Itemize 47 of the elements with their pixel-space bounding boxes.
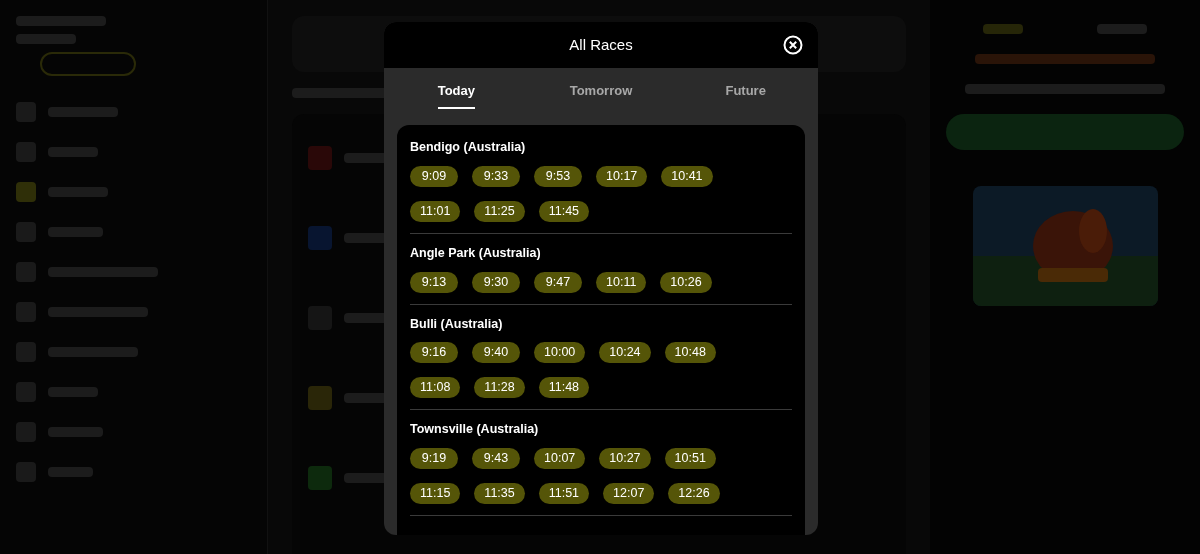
race-time-chip[interactable]: 9:09 — [410, 165, 458, 187]
race-time-chip[interactable]: 9:53 — [534, 165, 582, 187]
race-time-chip[interactable]: 10:11 — [596, 271, 647, 293]
race-time-chip[interactable]: 10:48 — [664, 342, 716, 364]
race-time-chip[interactable]: 9:43 — [472, 448, 520, 469]
blurred-icon — [308, 146, 332, 170]
race-time-chip[interactable]: 10:07 — [534, 448, 586, 469]
race-time-chip[interactable]: 9:30 — [472, 271, 520, 293]
race-time-chip[interactable]: 11:45 — [538, 200, 590, 222]
race-time-chip[interactable]: 9:33 — [472, 165, 520, 187]
race-time-chip[interactable]: 10:41 — [661, 165, 713, 187]
race-time-chip[interactable]: 11:48 — [538, 377, 590, 399]
race-time-chip[interactable]: 9:40 — [472, 342, 520, 364]
race-time-chip[interactable]: 11:35 — [474, 483, 525, 504]
race-time-chip[interactable]: 10:51 — [664, 448, 716, 469]
race-time-chip[interactable]: 9:47 — [534, 271, 582, 293]
meeting-name: Bulli (Australia) — [410, 315, 504, 333]
date-tab[interactable]: Tomorrow — [528, 68, 674, 125]
blurred-icon — [308, 226, 332, 250]
meeting-name: Bendigo (Australia) — [410, 139, 527, 156]
blurred-icon — [16, 182, 36, 202]
meeting-name: Townsville (Australia) — [410, 421, 540, 439]
race-time-chip[interactable]: 11:25 — [474, 200, 525, 222]
modal-title: All Races — [569, 34, 633, 55]
blurred-icon — [308, 466, 332, 490]
close-button[interactable] — [783, 35, 803, 55]
race-time-chip[interactable]: 12:07 — [603, 483, 655, 504]
race-time-chip[interactable]: 10:00 — [534, 342, 586, 364]
meeting-name: Angle Park (Australia) — [410, 244, 542, 262]
blurred-label — [983, 24, 1023, 34]
race-time-chip[interactable]: 11:15 — [410, 483, 461, 504]
race-time-chip[interactable]: 11:01 — [410, 200, 461, 222]
race-time-chip[interactable]: 9:13 — [410, 271, 458, 293]
date-tab[interactable]: Today — [384, 68, 529, 125]
race-time-chip[interactable]: 9:16 — [410, 342, 458, 364]
race-time-chip[interactable]: 10:24 — [599, 342, 651, 364]
race-time-chip[interactable]: 10:27 — [599, 448, 651, 469]
blurred-label — [1097, 24, 1147, 34]
race-time-chip[interactable]: 11:28 — [474, 377, 525, 399]
race-time-chip[interactable]: 10:26 — [660, 271, 712, 293]
race-time-chip[interactable]: 9:19 — [410, 448, 458, 469]
blurred-icon — [308, 386, 332, 410]
race-time-chip[interactable]: 10:17 — [596, 165, 648, 187]
race-time-chip[interactable]: 11:08 — [410, 377, 461, 399]
date-tab[interactable]: Future — [673, 68, 818, 125]
race-time-chip[interactable]: 11:51 — [538, 483, 590, 504]
race-time-chip[interactable]: 12:26 — [668, 483, 720, 504]
